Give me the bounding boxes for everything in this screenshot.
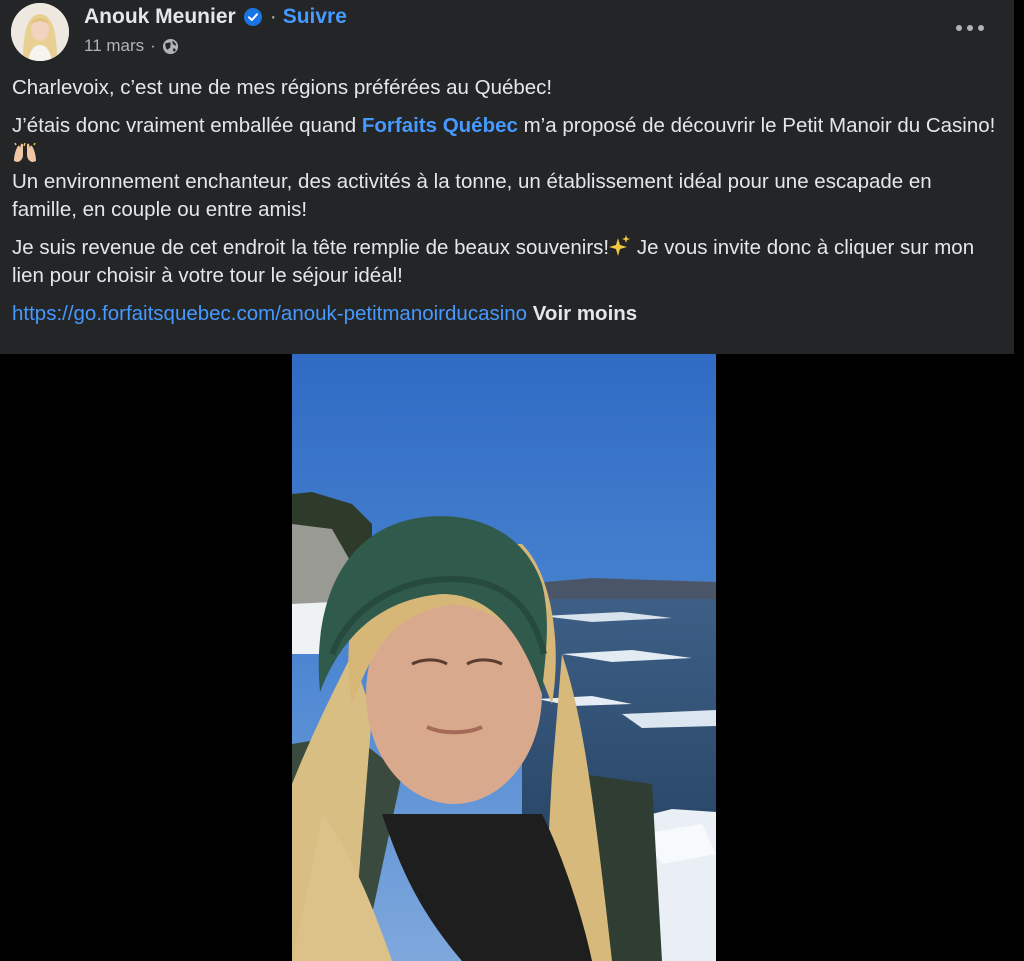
- paragraph-2-after: m’a proposé de découvrir le Petit Manoir…: [523, 114, 996, 137]
- video-frame-image: [292, 354, 716, 961]
- paragraph-3-before: Je suis revenue de cet endroit la tête r…: [12, 236, 610, 259]
- post-author-line: Anouk Meunier · Suivre: [84, 4, 347, 30]
- see-less-button[interactable]: Voir moins: [533, 302, 637, 325]
- paragraph-3: Je suis revenue de cet endroit la tête r…: [12, 234, 1002, 290]
- paragraph-2: J’étais donc vraiment emballée quand For…: [12, 112, 1002, 224]
- raising-hands-emoji: [14, 143, 36, 162]
- paragraph-2-line-2: Un environnement enchanteur, des activit…: [12, 170, 932, 221]
- video-player[interactable]: [292, 354, 716, 961]
- paragraph-link: https://go.forfaitsquebec.com/anouk-peti…: [12, 300, 1002, 328]
- more-dot: [967, 25, 973, 31]
- author-avatar[interactable]: [11, 3, 69, 61]
- follow-button[interactable]: Suivre: [283, 5, 347, 29]
- more-dot: [956, 25, 962, 31]
- author-name[interactable]: Anouk Meunier: [84, 5, 236, 29]
- paragraph-2-before: J’étais donc vraiment emballée quand: [12, 114, 362, 137]
- sparkles-emoji: [609, 235, 631, 256]
- post-url-link[interactable]: https://go.forfaitsquebec.com/anouk-peti…: [12, 302, 527, 325]
- verified-badge-icon: [243, 8, 262, 26]
- paragraph-1: Charlevoix, c’est une de mes régions pré…: [12, 76, 553, 99]
- meta-separator: ·: [150, 36, 156, 55]
- post-card: Anouk Meunier · Suivre 11 mars · Charlev…: [0, 0, 1014, 354]
- forfaits-quebec-link[interactable]: Forfaits Québec: [362, 114, 518, 137]
- post-meta: 11 mars ·: [84, 35, 179, 57]
- scrollbar-gutter: [1014, 0, 1024, 354]
- more-options-icon[interactable]: [956, 18, 984, 38]
- author-separator: ·: [269, 5, 277, 28]
- post-text: Charlevoix, c’est une de mes régions pré…: [12, 74, 1002, 338]
- globe-icon[interactable]: [162, 38, 179, 55]
- avatar-image: [11, 3, 69, 61]
- post-date[interactable]: 11 mars: [84, 36, 144, 56]
- more-dot: [978, 25, 984, 31]
